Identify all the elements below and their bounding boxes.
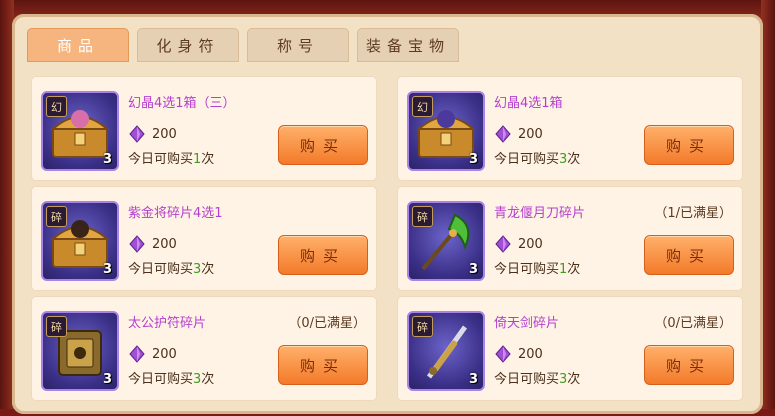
price-row: 200	[494, 124, 543, 144]
item-type-badge: 幻	[46, 96, 67, 117]
purple-gem-icon	[129, 235, 145, 253]
item-star-status: （1/已满星）	[654, 206, 732, 221]
item-name: 幻晶4选1箱（三）	[128, 96, 236, 111]
item-price: 200	[152, 236, 177, 252]
buy-button[interactable]: 购买	[278, 125, 368, 165]
item-icon-frame[interactable]: 碎 3	[407, 201, 485, 281]
price-row: 200	[494, 344, 543, 364]
tab-equipment-treasure[interactable]: 装备宝物	[357, 28, 459, 62]
item-icon-frame[interactable]: 碎 3	[41, 201, 119, 281]
buy-button[interactable]: 购买	[644, 345, 734, 385]
limit-label: 今日可购买	[494, 262, 560, 277]
item-name: 倚天剑碎片	[494, 316, 560, 331]
item-count: 3	[102, 152, 112, 167]
item-type-badge: 碎	[46, 316, 67, 337]
item-type-badge: 幻	[412, 96, 433, 117]
shop-item-card: 碎 3 青龙偃月刀碎片 （1/已满星） 200 今日可购买1次 购买	[397, 186, 743, 291]
purchase-limit: 今日可购买3次	[494, 148, 580, 167]
item-name: 太公护符碎片	[128, 316, 207, 331]
tab-bar: 商品 化身符 称号 装备宝物	[27, 28, 459, 62]
item-price: 200	[518, 346, 543, 362]
item-count: 3	[102, 372, 112, 387]
tab-goods[interactable]: 商品	[27, 28, 129, 62]
item-icon-frame[interactable]: 幻 3	[41, 91, 119, 171]
item-name: 青龙偃月刀碎片	[494, 206, 586, 221]
item-grid: 幻 3 幻晶4选1箱（三） 200 今日可购买1次 购买 幻 3 幻晶4选1箱	[31, 76, 743, 416]
item-price: 200	[152, 346, 177, 362]
limit-unit: 次	[567, 372, 581, 387]
limit-label: 今日可购买	[128, 262, 194, 277]
tab-title[interactable]: 称号	[247, 28, 349, 62]
purchase-limit: 今日可购买3次	[494, 368, 580, 387]
item-icon-frame[interactable]: 碎 3	[41, 311, 119, 391]
item-count: 3	[468, 152, 478, 167]
curtain-right	[761, 0, 775, 409]
price-row: 200	[128, 234, 177, 254]
buy-button[interactable]: 购买	[644, 235, 734, 275]
limit-label: 今日可购买	[128, 372, 194, 387]
shop-item-card: 碎 3 紫金将碎片4选1 200 今日可购买3次 购买	[31, 186, 377, 291]
limit-label: 今日可购买	[128, 152, 194, 167]
item-type-badge: 碎	[412, 206, 433, 227]
limit-unit: 次	[567, 262, 581, 277]
limit-unit: 次	[201, 152, 215, 167]
shop-item-card: 幻 3 幻晶4选1箱（三） 200 今日可购买1次 购买	[31, 76, 377, 181]
purchase-limit: 今日可购买1次	[128, 148, 214, 167]
limit-unit: 次	[201, 372, 215, 387]
shop-item-card: 碎 3 太公护符碎片 （0/已满星） 200 今日可购买3次 购买	[31, 296, 377, 401]
item-star-status: （0/已满星）	[288, 316, 366, 331]
item-name: 幻晶4选1箱	[494, 96, 563, 111]
purchase-limit: 今日可购买1次	[494, 258, 580, 277]
purple-gem-icon	[495, 235, 511, 253]
item-type-badge: 碎	[412, 316, 433, 337]
shop-item-card: 碎 3 倚天剑碎片 （0/已满星） 200 今日可购买3次 购买	[397, 296, 743, 401]
item-price: 200	[152, 126, 177, 142]
item-count: 3	[468, 262, 478, 277]
limit-unit: 次	[201, 262, 215, 277]
item-icon-frame[interactable]: 幻 3	[407, 91, 485, 171]
limit-unit: 次	[567, 152, 581, 167]
limit-label: 今日可购买	[494, 372, 560, 387]
buy-button[interactable]: 购买	[278, 345, 368, 385]
purple-gem-icon	[129, 345, 145, 363]
limit-label: 今日可购买	[494, 152, 560, 167]
price-row: 200	[494, 234, 543, 254]
price-row: 200	[128, 124, 177, 144]
item-count: 3	[102, 262, 112, 277]
item-count: 3	[468, 372, 478, 387]
item-price: 200	[518, 126, 543, 142]
buy-button[interactable]: 购买	[644, 125, 734, 165]
buy-button[interactable]: 购买	[278, 235, 368, 275]
purple-gem-icon	[495, 345, 511, 363]
item-icon-frame[interactable]: 碎 3	[407, 311, 485, 391]
shop-item-card: 幻 3 幻晶4选1箱 200 今日可购买3次 购买	[397, 76, 743, 181]
purple-gem-icon	[495, 125, 511, 143]
item-price: 200	[518, 236, 543, 252]
purchase-limit: 今日可购买3次	[128, 368, 214, 387]
tab-avatar-charm[interactable]: 化身符	[137, 28, 239, 62]
purchase-limit: 今日可购买3次	[128, 258, 214, 277]
price-row: 200	[128, 344, 177, 364]
item-star-status: （0/已满星）	[654, 316, 732, 331]
item-name: 紫金将碎片4选1	[128, 206, 223, 221]
purple-gem-icon	[129, 125, 145, 143]
item-type-badge: 碎	[46, 206, 67, 227]
